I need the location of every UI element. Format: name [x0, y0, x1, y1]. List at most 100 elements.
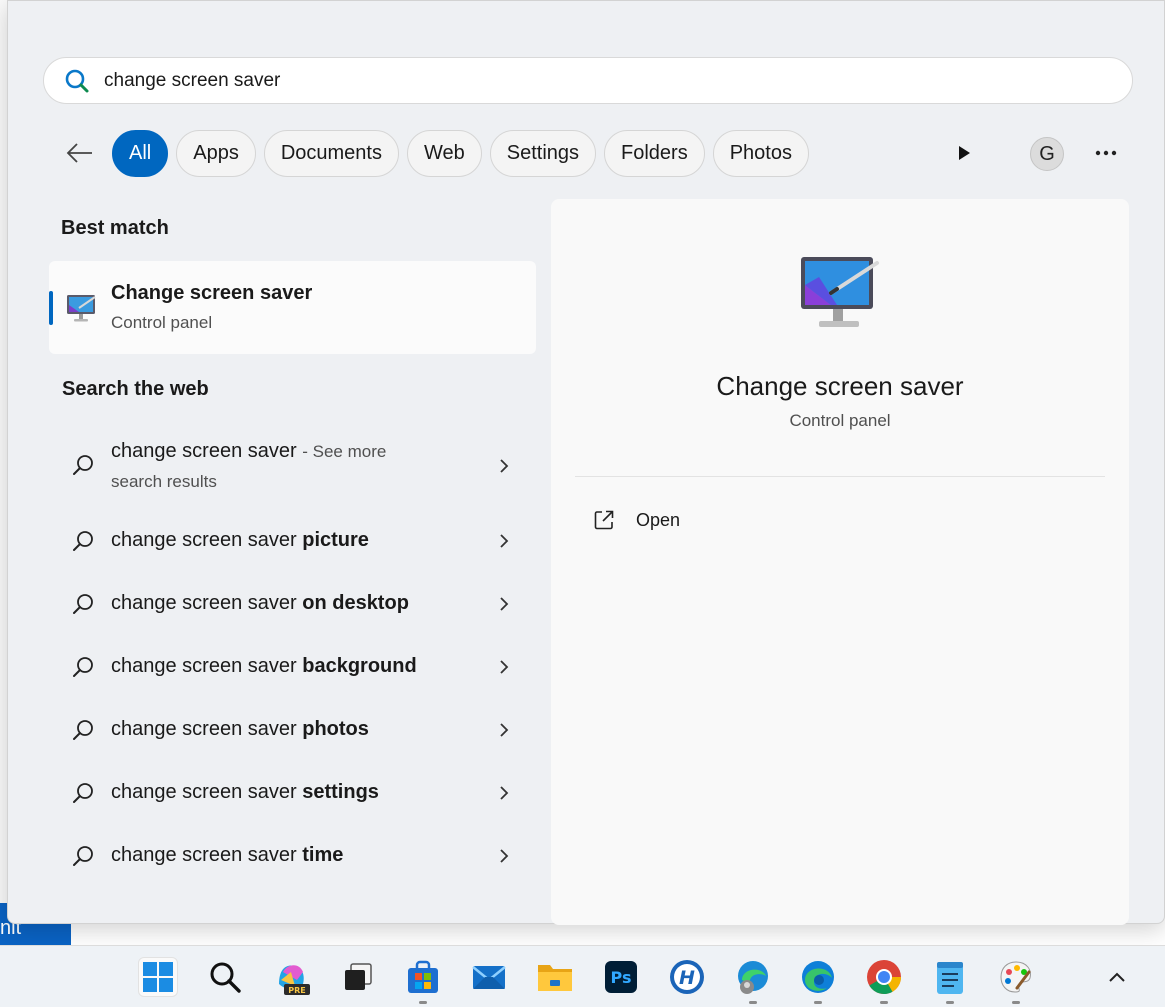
web-result-suffix: on desktop: [302, 592, 409, 614]
open-external-icon: [594, 510, 614, 530]
notepad-icon: [937, 962, 963, 994]
chevron-right-icon: [500, 786, 509, 800]
back-button[interactable]: [64, 137, 96, 169]
search-icon: [73, 846, 93, 866]
show-hidden-icons-chevron-icon[interactable]: [1106, 968, 1128, 986]
screen-saver-large-icon: [801, 257, 879, 327]
paint-icon: [1000, 961, 1031, 993]
start-button[interactable]: [138, 957, 178, 997]
search-panel: All Apps Documents Web Settings Folders …: [7, 0, 1165, 925]
filter-chip-apps[interactable]: Apps: [176, 130, 256, 177]
running-indicator: [946, 1001, 954, 1004]
web-result-text: change screen saver - See more: [111, 440, 386, 463]
open-action[interactable]: Open: [575, 501, 1105, 543]
task-view-icon: [345, 963, 372, 990]
web-result-line2: search results: [111, 472, 217, 491]
web-result-suffix: picture: [302, 529, 369, 551]
web-result-query: change screen saver: [111, 529, 297, 551]
search-icon: [64, 68, 90, 94]
detail-subtitle: Control panel: [789, 411, 891, 430]
web-result-item[interactable]: change screen saver time: [49, 836, 536, 876]
notepad-button[interactable]: [930, 957, 970, 1004]
web-result-text: change screen saver background: [111, 655, 417, 678]
web-result-text: change screen saver photos: [111, 718, 369, 741]
microsoft-store-icon: [408, 960, 438, 993]
search-icon: [73, 594, 93, 614]
chevron-right-icon: [500, 534, 509, 548]
search-web-heading: Search the web: [62, 378, 209, 400]
taskbar: PRE Ps H: [0, 945, 1165, 1007]
web-result-suffix: time: [302, 844, 344, 866]
microsoft-store-button[interactable]: [403, 957, 443, 1004]
open-action-label: Open: [636, 510, 681, 530]
filter-chip-photos[interactable]: Photos: [712, 130, 809, 177]
web-result-item[interactable]: change screen saver on desktop: [49, 584, 536, 624]
detail-pane: Change screen saver Control panel Open: [551, 199, 1129, 925]
web-result-item[interactable]: change screen saver background: [49, 647, 536, 687]
copilot-badge-label: PRE: [288, 986, 306, 995]
web-result-text: change screen saver settings: [111, 781, 379, 804]
chevron-right-icon: [500, 597, 509, 611]
web-result-query: change screen saver: [111, 844, 297, 866]
chevron-right-icon: [500, 660, 509, 674]
photoshop-button[interactable]: Ps: [601, 957, 641, 997]
best-match-subtitle: Control panel: [111, 313, 213, 332]
start-icon: [143, 962, 173, 992]
copilot-icon: PRE: [279, 965, 310, 995]
filter-chip-all[interactable]: All: [112, 130, 169, 177]
web-result-query: change screen saver: [111, 655, 297, 677]
mail-icon: [472, 966, 506, 989]
screen-saver-icon: [67, 295, 96, 322]
web-result-item[interactable]: change screen saver picture: [49, 521, 536, 561]
web-result-item[interactable]: change screen saver settings: [49, 773, 536, 813]
edge-profile-icon: [738, 961, 768, 994]
web-result-text: change screen saver time: [111, 844, 343, 867]
photoshop-icon: Ps: [605, 961, 637, 993]
task-view-button[interactable]: [338, 957, 378, 997]
filter-chip-folders[interactable]: Folders: [604, 130, 705, 177]
see-more-label: - See more: [302, 442, 387, 461]
web-result-suffix: photos: [302, 718, 369, 740]
web-result-query: change screen saver: [111, 718, 297, 740]
filter-chip-settings[interactable]: Settings: [489, 130, 597, 177]
chrome-button[interactable]: [864, 957, 904, 1004]
search-icon: [210, 962, 241, 993]
copilot-button[interactable]: PRE: [272, 957, 312, 997]
edge-button[interactable]: [798, 957, 838, 1004]
running-indicator: [749, 1001, 757, 1004]
mail-button[interactable]: [469, 957, 509, 997]
web-result-query: change screen saver: [111, 440, 297, 462]
more-filters-button[interactable]: [952, 141, 976, 165]
web-result-query: change screen saver: [111, 781, 297, 803]
search-input[interactable]: [104, 69, 1004, 92]
filter-bar: All Apps Documents Web Settings Folders …: [8, 129, 1165, 179]
search-box[interactable]: [43, 57, 1133, 104]
account-avatar[interactable]: G: [1030, 137, 1064, 171]
web-result-item[interactable]: change screen saver photos: [49, 710, 536, 750]
web-result-text: change screen saver on desktop: [111, 592, 409, 615]
chevron-right-icon: [500, 723, 509, 737]
best-match-result[interactable]: Change screen saver Control panel: [49, 261, 536, 354]
filter-chip-web[interactable]: Web: [406, 130, 482, 177]
paint-button[interactable]: [996, 957, 1036, 1004]
search-icon: [73, 455, 93, 475]
search-icon: [73, 531, 93, 551]
filter-chip-documents[interactable]: Documents: [263, 130, 399, 177]
chrome-icon: [867, 960, 901, 994]
chevron-right-icon: [500, 849, 509, 863]
chevron-right-icon: [500, 459, 509, 473]
taskbar-search-button[interactable]: [205, 957, 245, 997]
search-icon: [73, 783, 93, 803]
running-indicator: [419, 1001, 427, 1004]
h-app-button[interactable]: H: [667, 957, 707, 997]
photoshop-label: Ps: [611, 968, 632, 987]
h-app-icon: H: [670, 960, 704, 994]
running-indicator: [880, 1001, 888, 1004]
back-arrow-icon: [66, 143, 92, 163]
running-indicator: [814, 1001, 822, 1004]
file-explorer-button[interactable]: [535, 957, 575, 997]
web-result-item[interactable]: change screen saver - See more search re…: [49, 421, 536, 497]
play-icon: [959, 146, 970, 160]
more-options-button[interactable]: [1092, 139, 1120, 167]
edge-profile-button[interactable]: [733, 957, 773, 1004]
